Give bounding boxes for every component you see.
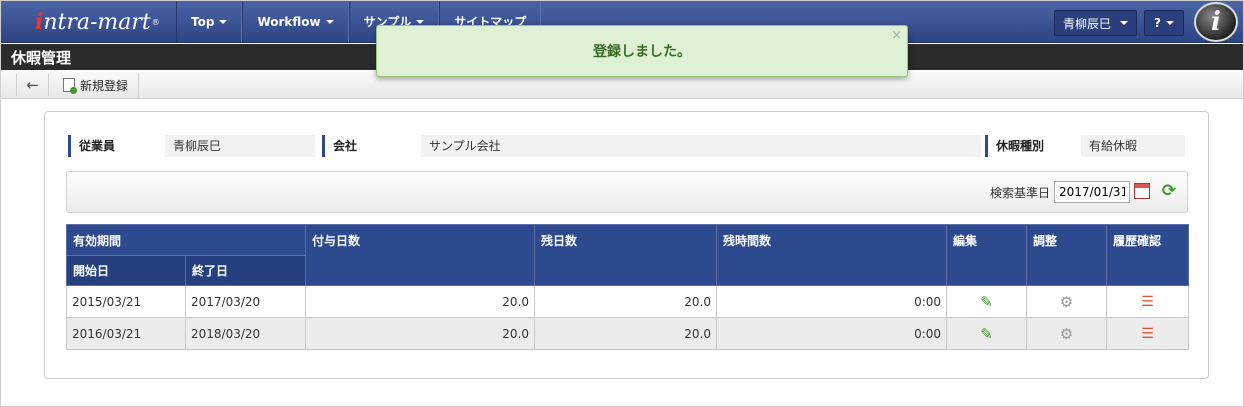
cell-edit: ✎	[946, 317, 1028, 350]
pencil-icon[interactable]: ✎	[980, 325, 993, 343]
cell-start-date: 2016/03/21	[66, 317, 186, 350]
col-valid-period: 有効期間	[65, 224, 307, 256]
logo-mark: ®	[151, 17, 160, 27]
base-date-label: 検索基準日	[990, 186, 1051, 200]
leave-period-table: 有効期間 付与日数 残日数 残時間数 編集 調整 履歴確認 開始日 終了日 20…	[65, 224, 1190, 350]
employee-value: 青柳辰巳	[165, 135, 315, 157]
nav-top[interactable]: Top	[176, 1, 243, 42]
new-register-button[interactable]: 新規登録	[53, 73, 140, 97]
col-start-date: 開始日	[66, 255, 186, 286]
company-field: 会社 サンプル会社	[322, 135, 981, 157]
chevron-down-icon	[1165, 21, 1174, 25]
cell-remaining-hours: 0:00	[716, 285, 948, 318]
cell-end-date: 2017/03/20	[184, 285, 307, 318]
col-end-date: 終了日	[184, 255, 307, 286]
leave-type-label: 休暇種別	[985, 135, 1081, 157]
refresh-icon[interactable]: ⟳	[1160, 182, 1178, 200]
arrow-left-icon: ←	[26, 76, 39, 94]
success-toast: × 登録しました。	[376, 25, 908, 77]
nav-top-label: Top	[191, 14, 215, 29]
cell-remaining-hours: 0:00	[716, 317, 948, 350]
brand-i-icon[interactable]: i	[1194, 2, 1238, 42]
col-edit: 編集	[946, 224, 1028, 286]
nav-workflow[interactable]: Workflow	[242, 1, 349, 42]
main-panel: 従業員 青柳辰巳 会社 サンプル会社 休暇種別 有給休暇 検索基準日 ⟳ 有効期…	[44, 111, 1209, 379]
pencil-icon[interactable]: ✎	[980, 293, 993, 311]
new-register-label: 新規登録	[80, 78, 129, 93]
table-row: 2016/03/21 2018/03/20 20.0 20.0 0:00 ✎ ⚙…	[66, 317, 1190, 350]
col-remaining-hours: 残時間数	[716, 224, 948, 286]
page-title: 休暇管理	[11, 49, 72, 67]
chevron-down-icon	[325, 19, 334, 24]
table-row: 2015/03/21 2017/03/20 20.0 20.0 0:00 ✎ ⚙…	[66, 285, 1190, 318]
user-menu-button[interactable]: 青柳辰巳	[1054, 10, 1138, 36]
cell-end-date: 2018/03/20	[184, 317, 307, 350]
cell-granted-days: 20.0	[305, 317, 536, 350]
employee-field: 従業員 青柳辰巳	[68, 135, 315, 157]
col-granted-days: 付与日数	[305, 224, 536, 286]
list-icon[interactable]: ☰	[1141, 294, 1154, 310]
search-bar: 検索基準日 ⟳	[66, 171, 1188, 213]
user-name: 青柳辰巳	[1063, 16, 1112, 31]
cell-adjust: ⚙	[1026, 285, 1108, 318]
logo-text: ntra-mart	[43, 9, 151, 35]
logo-i: i	[35, 9, 44, 35]
company-value: サンプル会社	[421, 135, 981, 157]
help-label: ?	[1154, 16, 1161, 30]
leave-type-field: 休暇種別 有給休暇	[985, 135, 1185, 157]
gear-icon[interactable]: ⚙	[1060, 325, 1073, 343]
gear-icon[interactable]: ⚙	[1060, 293, 1073, 311]
col-history: 履歴確認	[1106, 224, 1190, 286]
company-label: 会社	[322, 135, 421, 157]
intra-mart-logo[interactable]: i ntra-mart ®	[35, 8, 160, 36]
chevron-down-icon	[1120, 21, 1129, 25]
nav-workflow-label: Workflow	[257, 14, 321, 29]
cell-history: ☰	[1106, 285, 1190, 318]
cell-edit: ✎	[946, 285, 1028, 318]
brand-i-glyph: i	[1211, 7, 1221, 37]
list-icon[interactable]: ☰	[1141, 326, 1154, 342]
calendar-icon[interactable]	[1134, 183, 1150, 199]
cell-start-date: 2015/03/21	[66, 285, 186, 318]
leave-type-value: 有給休暇	[1081, 135, 1185, 157]
cell-remaining-days: 20.0	[534, 285, 718, 318]
col-remaining-days: 残日数	[534, 224, 718, 286]
cell-history: ☰	[1106, 317, 1190, 350]
cell-remaining-days: 20.0	[534, 317, 718, 350]
chevron-down-icon	[219, 19, 228, 24]
app-frame: i ntra-mart ® Top Workflow サンプル サイトマップ 青柳辰…	[0, 0, 1244, 407]
toast-message: 登録しました。	[593, 44, 691, 60]
new-document-icon	[63, 78, 77, 94]
help-menu-button[interactable]: ?	[1144, 10, 1184, 36]
back-button[interactable]: ←	[16, 74, 49, 96]
chevron-down-icon	[416, 19, 425, 24]
col-adjust: 調整	[1026, 224, 1108, 286]
employee-label: 従業員	[68, 135, 165, 157]
cell-adjust: ⚙	[1026, 317, 1108, 350]
base-date-input[interactable]	[1054, 181, 1130, 203]
cell-granted-days: 20.0	[305, 285, 536, 318]
